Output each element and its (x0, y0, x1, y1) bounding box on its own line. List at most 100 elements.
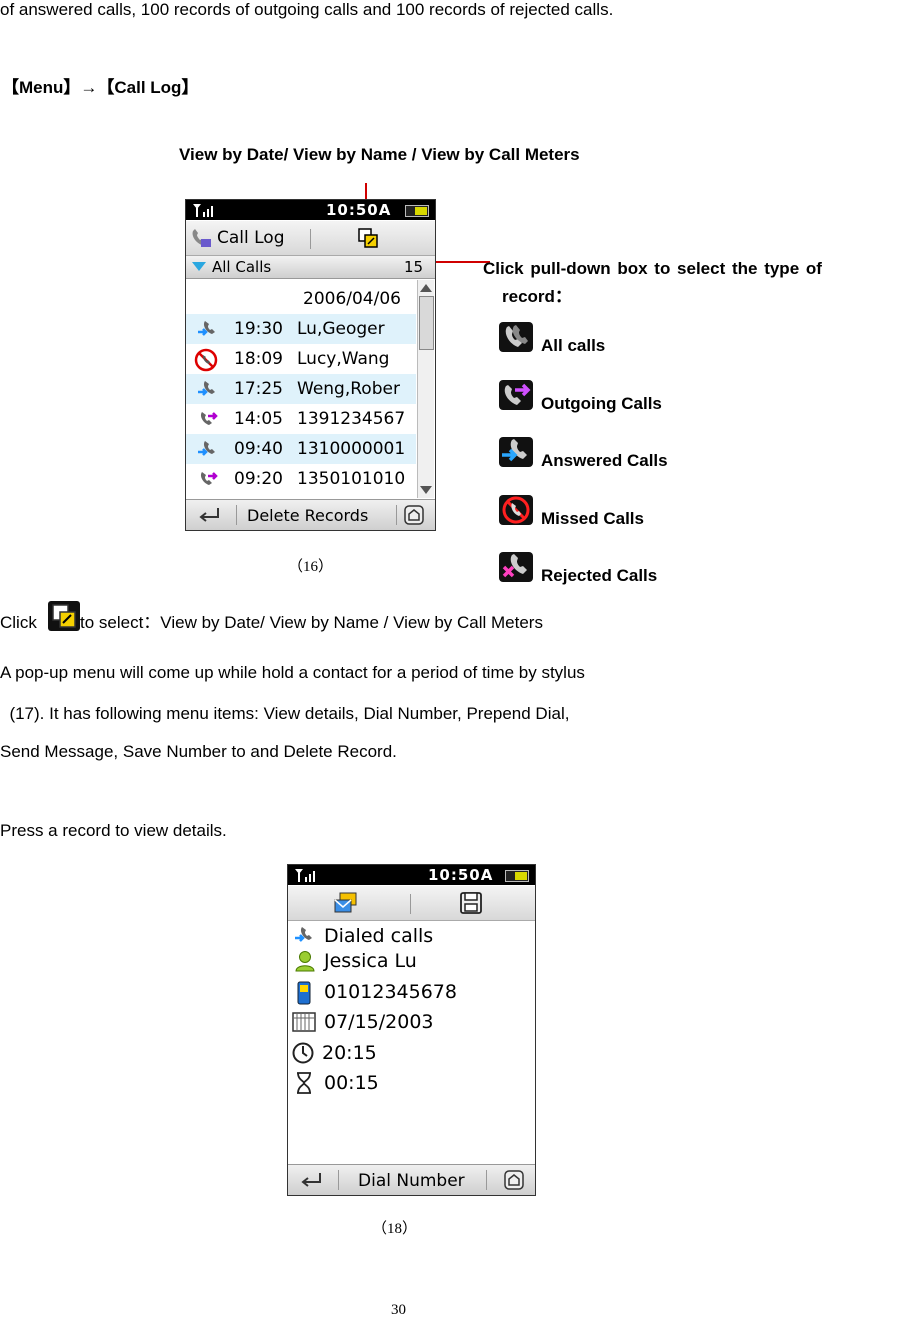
status-time: 10:50A (326, 201, 392, 219)
battery-icon (505, 870, 529, 882)
call-time: 19:30 (234, 319, 283, 339)
view-options-heading: View by Date/ View by Name / View by Cal… (179, 145, 580, 164)
answered-call-icon (198, 441, 215, 456)
contact-icon (295, 951, 315, 972)
call-details-screen: 10:50A Dialed calls Jessica Lu 010123456… (287, 864, 536, 1196)
figure-16-caption: （16） (288, 559, 334, 575)
home-icon[interactable] (504, 1170, 524, 1190)
callout-text-line2: record： (502, 287, 572, 306)
dialed-call-icon (295, 927, 312, 942)
scroll-up-icon[interactable] (420, 284, 432, 292)
detail-text: Dialed calls (324, 925, 434, 947)
paragraph-line: Send Message, Save Number to and Delete … (0, 742, 397, 761)
status-bar: 10:50A (186, 200, 435, 220)
menu-path: 【Menu】→【Call Log】 (2, 78, 199, 97)
click-line-prefix: Click (0, 613, 37, 632)
legend-label-missed-calls: Missed Calls (541, 509, 644, 528)
answered-calls-icon (499, 437, 533, 467)
call-log-screen: 10:50A Call Log All Calls 15 2006/04/06 … (185, 199, 436, 531)
save-icon[interactable] (460, 892, 482, 914)
bottom-separator (396, 505, 397, 525)
callout-text-line1: Click pull-down box to select the type o… (483, 259, 822, 278)
missed-call-icon (194, 348, 218, 372)
view-mode-icon-inline (48, 601, 80, 631)
record-type-dropdown[interactable]: All Calls 15 (186, 256, 435, 279)
call-row[interactable]: 19:30 Lu,Geoger (186, 314, 416, 344)
legend-label-outgoing-calls: Outgoing Calls (541, 394, 662, 413)
paragraph-line: A pop-up menu will come up while hold a … (0, 663, 585, 682)
battery-icon (405, 205, 429, 217)
date-header: 2006/04/06 (303, 289, 401, 309)
detail-text: 20:15 (322, 1042, 377, 1064)
back-icon[interactable] (300, 1172, 322, 1188)
dropdown-arrow-icon[interactable] (192, 262, 206, 272)
status-bar: 10:50A (288, 865, 535, 885)
call-time: 09:40 (234, 439, 283, 459)
call-row[interactable]: 14:05 1391234567 (186, 404, 416, 434)
call-name: Weng,Rober (297, 379, 400, 399)
scrollbar[interactable] (417, 280, 434, 498)
scroll-down-icon[interactable] (420, 486, 432, 494)
rejected-calls-icon (499, 552, 533, 582)
scroll-thumb[interactable] (419, 296, 434, 350)
answered-call-icon (198, 321, 215, 336)
outgoing-calls-icon (499, 380, 533, 410)
detail-text: 07/15/2003 (324, 1011, 434, 1033)
legend-label-answered-calls: Answered Calls (541, 451, 668, 470)
send-message-icon[interactable] (334, 892, 358, 914)
delete-records-button[interactable]: Delete Records (247, 506, 368, 525)
call-log-icon (192, 229, 211, 247)
call-row[interactable]: 09:40 1310000001 (186, 434, 416, 464)
signal-icon (193, 204, 213, 217)
home-icon[interactable] (404, 505, 424, 525)
outgoing-call-icon (200, 472, 218, 485)
call-log-toolbar: Call Log (186, 221, 435, 256)
toolbar-separator (410, 894, 411, 914)
signal-icon (295, 869, 315, 882)
top-line: of answered calls, 100 records of outgoi… (0, 0, 614, 19)
call-name: 1391234567 (297, 409, 406, 429)
call-name: 1310000001 (297, 439, 406, 459)
call-log-title: Call Log (217, 228, 285, 248)
detail-text: Jessica Lu (324, 950, 417, 972)
dial-number-button[interactable]: Dial Number (358, 1171, 465, 1191)
detail-text: 00:15 (324, 1072, 379, 1094)
details-bottom-bar: Dial Number (288, 1164, 535, 1195)
answered-call-icon (198, 381, 215, 396)
status-time: 10:50A (428, 866, 494, 884)
back-icon[interactable] (198, 507, 220, 523)
details-toolbar (288, 886, 535, 921)
clock-icon (292, 1042, 314, 1064)
call-name: 1350101010 (297, 469, 406, 489)
call-time: 14:05 (234, 409, 283, 429)
toolbar-separator (310, 229, 311, 249)
bottom-separator (236, 505, 237, 525)
call-row[interactable]: 09:20 1350101010 (186, 464, 416, 494)
dropdown-label: All Calls (212, 258, 272, 276)
outgoing-call-icon (200, 412, 218, 425)
calendar-icon (292, 1012, 316, 1032)
call-row[interactable]: 17:25 Weng,Rober (186, 374, 416, 404)
paragraph-line: (17). It has following menu items: View … (0, 704, 570, 723)
figure-18-caption: （18） (372, 1221, 418, 1237)
page-number: 30 (391, 1302, 406, 1318)
dropdown-count: 15 (404, 258, 424, 276)
call-time: 18:09 (234, 349, 283, 369)
paragraph-press-record: Press a record to view details. (0, 821, 227, 840)
mobile-phone-icon (297, 981, 311, 1005)
call-name: Lu,Geoger (297, 319, 385, 339)
call-row[interactable]: 18:09 Lucy,Wang (186, 344, 416, 374)
hourglass-icon (297, 1072, 311, 1094)
click-line-suffix: to select：View by Date/ View by Name / V… (80, 613, 543, 632)
call-name: Lucy,Wang (297, 349, 390, 369)
call-log-bottom-bar: Delete Records (186, 499, 435, 530)
all-calls-icon (499, 322, 533, 352)
missed-calls-icon (499, 495, 533, 525)
call-time: 09:20 (234, 469, 283, 489)
legend-label-all-calls: All calls (541, 336, 606, 355)
bottom-separator (338, 1170, 339, 1190)
detail-text: 01012345678 (324, 981, 457, 1003)
legend-label-rejected-calls: Rejected Calls (541, 566, 658, 585)
view-mode-icon[interactable] (358, 228, 378, 248)
bottom-separator (486, 1170, 487, 1190)
